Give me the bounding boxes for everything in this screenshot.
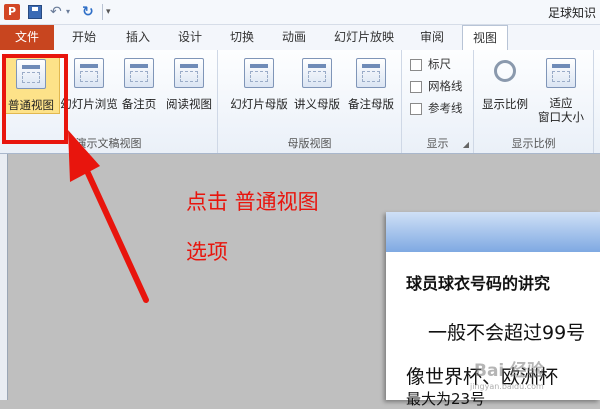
pointer-arrow	[68, 130, 149, 303]
arrow-head	[68, 130, 100, 182]
watermark-url: jingyan.baidu.com	[470, 382, 544, 391]
arrow-shaft	[79, 157, 149, 303]
baidu-watermark-logo: Bai 经验	[474, 361, 545, 381]
